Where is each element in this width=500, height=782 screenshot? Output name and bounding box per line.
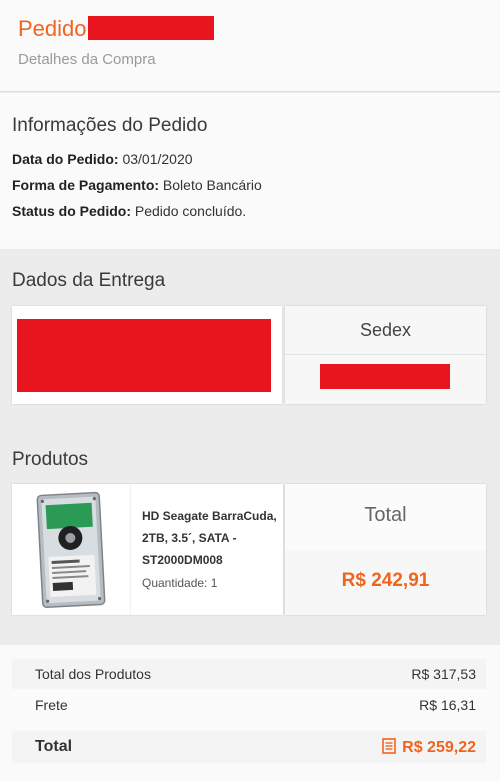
order-info-section: Informações do Pedido Data do Pedido: 03… bbox=[0, 93, 500, 249]
hard-drive-image bbox=[36, 491, 106, 609]
payment-method-row: Forma de Pagamento: Boleto Bancário bbox=[12, 177, 262, 193]
redacted-tracking bbox=[320, 364, 450, 389]
order-date-label: Data do Pedido: bbox=[12, 151, 119, 167]
order-status-value: Pedido concluído. bbox=[134, 203, 247, 219]
delivery-section: Dados da Entrega Sedex bbox=[0, 250, 500, 426]
payment-method-value: Boleto Bancário bbox=[162, 177, 262, 193]
products-title: Produtos bbox=[12, 449, 89, 470]
summary-shipping-label: Frete bbox=[35, 697, 68, 713]
product-name[interactable]: HD Seagate BarraCuda, 2TB, 3.5´, SATA - … bbox=[142, 505, 277, 571]
receipt-icon bbox=[382, 738, 396, 754]
product-details-card[interactable]: HD Seagate BarraCuda, 2TB, 3.5´, SATA - … bbox=[131, 484, 283, 615]
shipping-divider bbox=[285, 354, 486, 355]
order-summary: Total dos Produtos R$ 317,53 Frete R$ 16… bbox=[0, 645, 500, 782]
summary-shipping-value: R$ 16,31 bbox=[419, 697, 476, 713]
summary-total-value: R$ 259,22 bbox=[402, 739, 476, 756]
shipping-method-card: Sedex bbox=[285, 306, 486, 404]
delivery-title: Dados da Entrega bbox=[12, 270, 166, 291]
order-info-title: Informações do Pedido bbox=[12, 115, 208, 136]
product-name-line-1: HD Seagate BarraCuda, bbox=[142, 509, 277, 523]
order-date-row: Data do Pedido: 03/01/2020 bbox=[12, 151, 193, 167]
order-status-row: Status do Pedido: Pedido concluído. bbox=[12, 203, 246, 219]
product-name-line-3: ST2000DM008 bbox=[142, 553, 223, 567]
product-total-card: Total R$ 242,91 bbox=[285, 484, 486, 615]
product-total-label: Total bbox=[364, 504, 407, 526]
redacted-address bbox=[17, 319, 271, 392]
payment-method-label: Forma de Pagamento: bbox=[12, 177, 160, 193]
order-status-label: Status do Pedido: bbox=[12, 203, 131, 219]
page-subtitle: Detalhes da Compra bbox=[18, 51, 156, 68]
page-header: Pedido Detalhes da Compra bbox=[0, 0, 500, 92]
product-quantity: Quantidade: 1 bbox=[142, 576, 218, 590]
summary-products-value: R$ 317,53 bbox=[411, 666, 476, 682]
order-date-value: 03/01/2020 bbox=[122, 151, 193, 167]
products-section: Produtos HD Seagate BarraCuda, 2TB, 3.5´… bbox=[0, 430, 500, 640]
summary-total-label: Total bbox=[35, 738, 73, 755]
product-name-line-2: 2TB, 3.5´, SATA - bbox=[142, 531, 237, 545]
redacted-order-number bbox=[88, 16, 214, 40]
summary-total-value-wrap: R$ 259,22 bbox=[382, 738, 476, 757]
summary-products-label: Total dos Produtos bbox=[35, 666, 151, 682]
summary-products-row: Total dos Produtos R$ 317,53 bbox=[12, 659, 486, 689]
shipping-method-name: Sedex bbox=[359, 320, 412, 340]
delivery-address-card bbox=[12, 306, 282, 404]
page-title: Pedido bbox=[18, 16, 87, 41]
summary-shipping-row: Frete R$ 16,31 bbox=[12, 690, 486, 720]
summary-total-row: Total R$ 259,22 bbox=[12, 731, 486, 763]
product-image-card[interactable] bbox=[12, 484, 131, 615]
product-total-value: R$ 242,91 bbox=[341, 570, 430, 591]
